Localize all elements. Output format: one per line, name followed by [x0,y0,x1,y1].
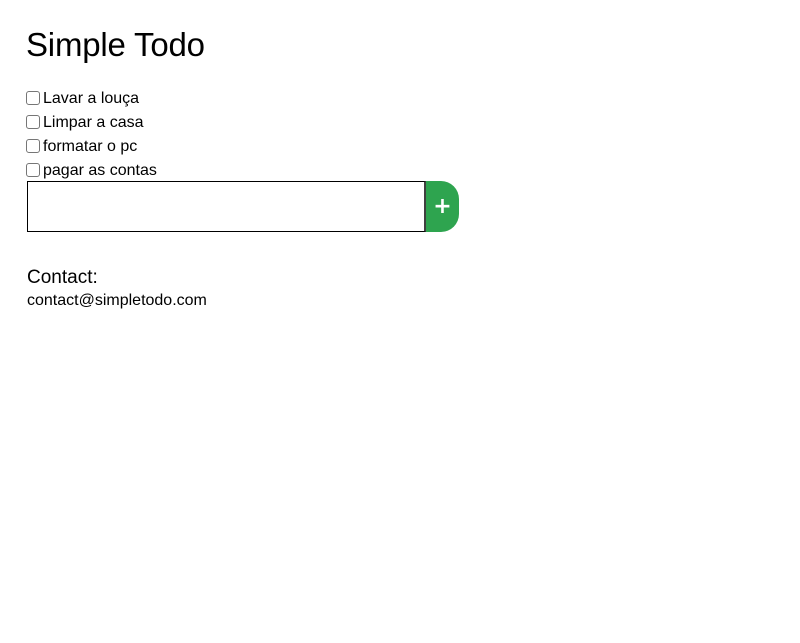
todo-list: Lavar a louça Limpar a casa formatar o p… [26,86,157,182]
todo-label: pagar as contas [43,162,157,179]
new-todo-input[interactable] [27,181,426,232]
todo-app: Simple Todo Lavar a louça Limpar a casa … [26,24,466,309]
todo-checkbox[interactable] [26,139,40,153]
list-item: formatar o pc [26,134,157,158]
plus-icon: + [433,194,452,219]
add-todo-form: + [27,181,459,232]
page-title: Simple Todo [26,26,205,63]
todo-checkbox[interactable] [26,163,40,177]
list-item: Limpar a casa [26,110,157,134]
contact-heading: Contact: [27,267,98,288]
todo-label: Lavar a louça [43,90,140,107]
todo-checkbox[interactable] [26,91,40,105]
contact-email: contact@simpletodo.com [27,292,207,309]
todo-label: Limpar a casa [43,114,144,131]
add-todo-button[interactable]: + [426,181,459,232]
todo-checkbox[interactable] [26,115,40,129]
list-item: pagar as contas [26,158,157,182]
list-item: Lavar a louça [26,86,157,110]
todo-label: formatar o pc [43,138,138,155]
contact-section: Contact: contact@simpletodo.com [27,266,207,310]
